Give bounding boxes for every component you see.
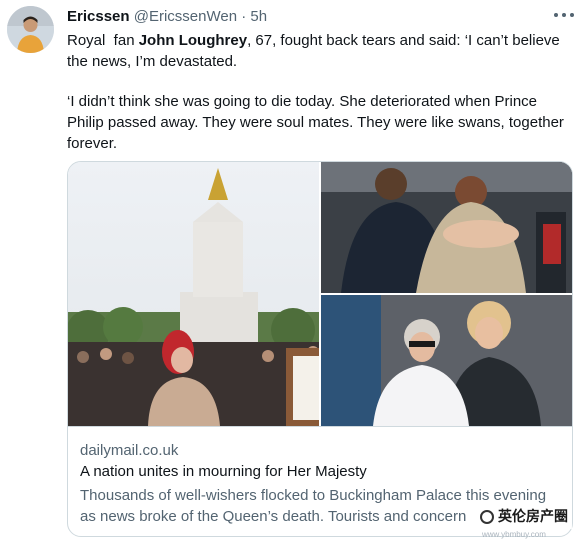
display-name[interactable]: Ericssen bbox=[67, 8, 130, 25]
watermark-url: www.ybmbuy.com bbox=[482, 530, 546, 539]
separator-dot: · bbox=[241, 8, 247, 25]
card-domain: dailymail.co.uk bbox=[80, 442, 179, 459]
tweet-text-bold-name: John Loughrey bbox=[138, 32, 248, 49]
tweet-header: Ericssen @EricssenWen · 5h bbox=[67, 8, 267, 26]
link-preview-card[interactable]: dailymail.co.uk A nation unites in mourn… bbox=[67, 161, 573, 537]
more-options-icon[interactable] bbox=[553, 8, 575, 22]
card-title[interactable]: A nation unites in mourning for Her Maje… bbox=[80, 463, 367, 480]
user-handle[interactable]: @EricssenWen bbox=[134, 8, 237, 25]
tweet-paragraph-2: ‘I didn’t think she was going to die tod… bbox=[67, 93, 564, 152]
card-image-crying-woman bbox=[321, 295, 572, 426]
avatar[interactable] bbox=[7, 6, 54, 53]
tweet[interactable]: Ericssen @EricssenWen · 5h Royal fan Joh… bbox=[0, 0, 586, 541]
card-image-palace-memorial bbox=[68, 162, 319, 426]
watermark-logo-icon bbox=[480, 510, 494, 524]
watermark: 英伦房产圈 bbox=[476, 505, 572, 529]
card-image-embrace bbox=[321, 162, 572, 293]
tweet-paragraph-1: Royal fan John Loughrey, 67, fought back… bbox=[67, 30, 567, 72]
tweet-text-part1: Royal fan bbox=[67, 32, 139, 49]
avatar-image bbox=[7, 6, 54, 53]
tweet-text: Royal fan John Loughrey, 67, fought back… bbox=[67, 30, 567, 154]
watermark-text: 英伦房产圈 bbox=[498, 509, 568, 525]
timestamp[interactable]: 5h bbox=[250, 8, 267, 25]
